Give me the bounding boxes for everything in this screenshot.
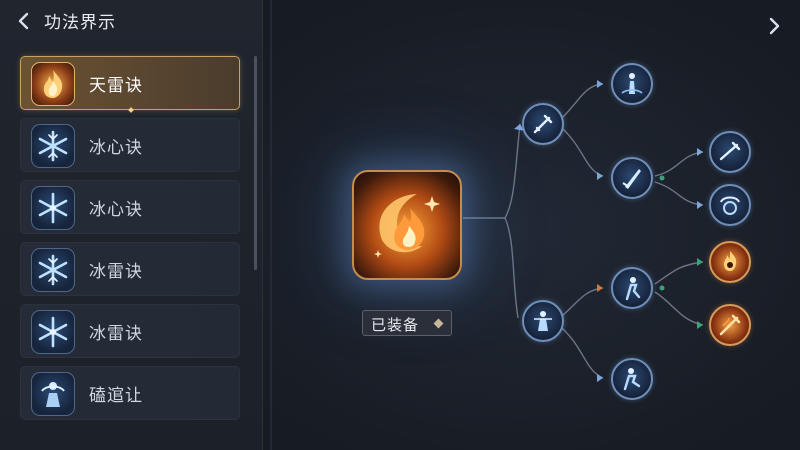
skill-item-tianlei[interactable]: 天雷诀 <box>20 56 240 113</box>
tree-node-dancer-2[interactable] <box>611 358 653 400</box>
skill-icon-frame <box>31 372 75 416</box>
selection-indicator <box>128 107 134 113</box>
skill-item-bingxin-2[interactable]: 冰心诀 <box>20 180 240 234</box>
skill-icon-frame <box>31 186 75 230</box>
equipped-label: 已装备 <box>371 316 420 334</box>
fire-swirl-icon <box>374 194 440 258</box>
tree-node-flame-sword[interactable] <box>709 304 751 346</box>
page-title: 功法界示 <box>44 13 116 33</box>
sword-icon <box>719 141 741 161</box>
back-button[interactable] <box>14 10 34 32</box>
skill-icon-frame <box>31 62 75 106</box>
skill-icon-frame <box>31 310 75 354</box>
tree-node-sword[interactable] <box>522 103 564 145</box>
dancer-icon <box>625 277 641 301</box>
skill-label: 冰心诀 <box>89 138 143 158</box>
skill-list-panel: 功法界示 天雷诀 冰心诀 冰心诀 冰雷诀 冰雷诀 磕逭让 <box>0 0 263 450</box>
ice-crystal-icon <box>38 192 68 224</box>
figure-icon <box>621 73 643 94</box>
skill-icon-frame <box>31 248 75 292</box>
diamond-icon <box>433 318 444 329</box>
skill-label: 天雷诀 <box>89 76 143 96</box>
shield-icon <box>720 196 740 215</box>
sword-icon <box>533 114 553 134</box>
dancer-icon <box>623 368 641 391</box>
skill-item-binglei-1[interactable]: 冰雷诀 <box>20 242 240 296</box>
ice-crystal-icon <box>38 130 68 162</box>
skill-label: 磕逭让 <box>89 386 143 406</box>
main-skill-icon[interactable] <box>352 170 462 280</box>
skill-item-bingxin-1[interactable]: 冰心诀 <box>20 118 240 172</box>
flame-skull-icon <box>724 251 737 271</box>
warrior-icon <box>534 311 552 331</box>
equipped-badge: 已装备 <box>362 310 452 336</box>
skill-icon-frame <box>31 124 75 168</box>
skill-label: 冰心诀 <box>89 200 143 220</box>
tree-node-dancer[interactable] <box>611 267 653 309</box>
tree-node-warrior[interactable] <box>522 300 564 342</box>
header: 功法界示 <box>0 0 262 46</box>
skill-label: 冰雷诀 <box>89 262 143 282</box>
ice-crystal-icon <box>38 254 68 286</box>
skill-label: 冰雷诀 <box>89 324 143 344</box>
warrior-icon <box>41 382 65 407</box>
fire-icon <box>43 70 63 98</box>
flame-sword-icon <box>719 314 741 336</box>
tree-node-sword-2[interactable] <box>709 131 751 173</box>
next-button[interactable] <box>764 14 784 38</box>
app-root: 功法界示 天雷诀 冰心诀 冰心诀 冰雷诀 冰雷诀 磕逭让 已装备 <box>0 0 800 450</box>
tree-node-blade[interactable] <box>611 157 653 199</box>
ice-crystal-icon <box>38 316 68 348</box>
skill-item-binglei-2[interactable]: 冰雷诀 <box>20 304 240 358</box>
skill-item-warrior[interactable]: 磕逭让 <box>20 366 240 420</box>
list-scrollbar[interactable] <box>254 56 257 270</box>
tree-node-flame-skull[interactable] <box>709 241 751 283</box>
tree-node-shield[interactable] <box>709 184 751 226</box>
tree-node-figure[interactable] <box>611 63 653 105</box>
panel-divider <box>270 0 272 450</box>
chevron-left-icon <box>18 12 29 30</box>
chevron-right-icon <box>769 17 780 35</box>
blade-icon <box>622 169 641 189</box>
